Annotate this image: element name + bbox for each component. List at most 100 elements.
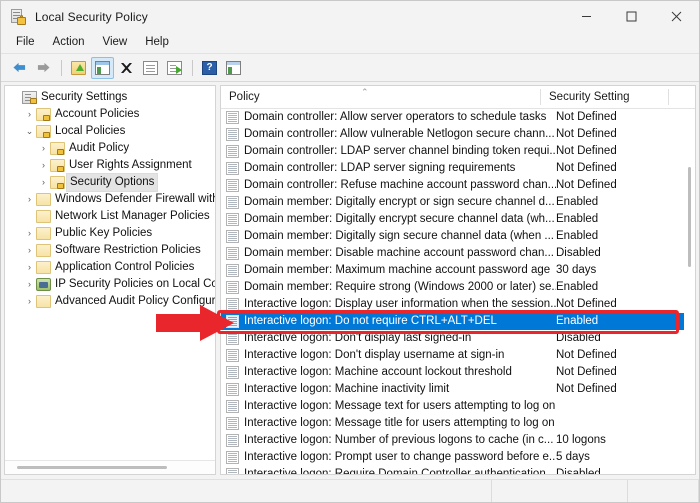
tree-node[interactable]: ›Network List Manager Policies bbox=[5, 208, 215, 225]
tree-node[interactable]: ›Audit Policy bbox=[5, 140, 215, 157]
tree-node[interactable]: ›Application Control Policies bbox=[5, 259, 215, 276]
chevron-right-icon[interactable]: › bbox=[23, 191, 36, 208]
policy-row[interactable]: Domain controller: LDAP server signing r… bbox=[221, 160, 695, 177]
menu-action[interactable]: Action bbox=[44, 34, 94, 51]
tree-node[interactable]: ›IP Security Policies on Local Computer bbox=[5, 276, 215, 293]
policy-row[interactable]: Interactive logon: Require Domain Contro… bbox=[221, 466, 695, 474]
close-button[interactable] bbox=[654, 1, 699, 32]
policy-setting-cell: Not Defined bbox=[556, 109, 686, 126]
column-header-policy[interactable]: Policy ⌃ bbox=[221, 86, 541, 108]
policy-row[interactable]: Interactive logon: Message title for use… bbox=[221, 415, 695, 432]
column-header-security-setting[interactable]: Security Setting bbox=[541, 86, 669, 108]
policy-setting-cell: 5 days bbox=[556, 449, 686, 466]
tree-node-label: Security Settings bbox=[41, 89, 127, 106]
tree-node-label: Security Options bbox=[66, 173, 158, 192]
policy-row[interactable]: Interactive logon: Number of previous lo… bbox=[221, 432, 695, 449]
tree-node[interactable]: › Security Options bbox=[5, 174, 215, 191]
column-header-policy-label: Policy bbox=[229, 91, 260, 103]
policy-row[interactable]: Interactive logon: Display user informat… bbox=[221, 296, 695, 313]
policy-document-icon bbox=[226, 111, 239, 124]
policy-name-cell: Interactive logon: Machine inactivity li… bbox=[244, 381, 556, 398]
policy-document-icon bbox=[226, 162, 239, 175]
tree-node-label: User Rights Assignment bbox=[69, 157, 192, 174]
tree-node[interactable]: ›Advanced Audit Policy Configuration bbox=[5, 293, 215, 310]
policy-row[interactable]: Interactive logon: Machine inactivity li… bbox=[221, 381, 695, 398]
maximize-button[interactable] bbox=[609, 1, 654, 32]
folder-icon bbox=[36, 210, 51, 223]
chevron-right-icon[interactable]: › bbox=[37, 140, 50, 157]
tree-node[interactable]: ›Windows Defender Firewall with Adva bbox=[5, 191, 215, 208]
list-scrollbar-thumb[interactable] bbox=[688, 167, 691, 267]
policy-row-selected[interactable]: Interactive logon: Do not require CTRL+A… bbox=[221, 313, 695, 330]
help-icon: ? bbox=[202, 61, 217, 75]
policy-row[interactable]: Domain member: Digitally encrypt secure … bbox=[221, 211, 695, 228]
up-one-level-button[interactable] bbox=[67, 57, 90, 79]
policy-row[interactable]: Domain member: Digitally encrypt or sign… bbox=[221, 194, 695, 211]
column-header-security-setting-label: Security Setting bbox=[549, 91, 630, 103]
policy-document-icon bbox=[226, 128, 239, 141]
policy-row[interactable]: Domain controller: LDAP server channel b… bbox=[221, 143, 695, 160]
up-one-level-icon bbox=[71, 61, 86, 75]
policy-row[interactable]: Domain controller: Allow server operator… bbox=[221, 109, 695, 126]
show-hide-console-tree-button[interactable] bbox=[91, 57, 114, 79]
show-hide-action-pane-button[interactable] bbox=[222, 57, 245, 79]
chevron-right-icon[interactable]: › bbox=[23, 106, 36, 123]
policy-name-cell: Domain member: Digitally encrypt or sign… bbox=[244, 194, 556, 211]
policy-name-cell: Interactive logon: Prompt user to change… bbox=[244, 449, 556, 466]
policy-row[interactable]: Interactive logon: Message text for user… bbox=[221, 398, 695, 415]
tree-node[interactable]: › Security Settings bbox=[5, 89, 215, 106]
policy-row[interactable]: Domain member: Require strong (Windows 2… bbox=[221, 279, 695, 296]
export-list-button[interactable] bbox=[163, 57, 186, 79]
policy-row[interactable]: Domain member: Digitally sign secure cha… bbox=[221, 228, 695, 245]
menu-help[interactable]: Help bbox=[136, 34, 178, 51]
chevron-right-icon[interactable]: › bbox=[23, 208, 36, 225]
folder-locked-icon bbox=[36, 108, 51, 121]
policy-document-icon bbox=[226, 417, 239, 430]
tree-horizontal-scrollbar[interactable] bbox=[5, 460, 215, 474]
properties-button[interactable] bbox=[139, 57, 162, 79]
back-button[interactable] bbox=[8, 57, 31, 79]
policy-setting-cell: Enabled bbox=[556, 313, 686, 330]
policy-row[interactable]: Domain member: Disable machine account p… bbox=[221, 245, 695, 262]
policy-row[interactable]: Interactive logon: Don't display usernam… bbox=[221, 347, 695, 364]
tree-node[interactable]: › User Rights Assignment bbox=[5, 157, 215, 174]
policy-row[interactable]: Domain member: Maximum machine account p… bbox=[221, 262, 695, 279]
chevron-right-icon[interactable]: › bbox=[23, 259, 36, 276]
policy-name-cell: Domain controller: LDAP server channel b… bbox=[244, 143, 556, 160]
menu-file[interactable]: File bbox=[7, 34, 44, 51]
policy-document-icon bbox=[226, 230, 239, 243]
chevron-right-icon[interactable]: › bbox=[37, 157, 50, 174]
chevron-right-icon[interactable]: › bbox=[9, 89, 22, 106]
list-header: Policy ⌃ Security Setting bbox=[221, 86, 695, 109]
policy-document-icon bbox=[226, 213, 239, 226]
tree-node[interactable]: ›Software Restriction Policies bbox=[5, 242, 215, 259]
forward-button[interactable] bbox=[32, 57, 55, 79]
help-button[interactable]: ? bbox=[198, 57, 221, 79]
minimize-button[interactable] bbox=[564, 1, 609, 32]
list-vertical-scrollbar[interactable] bbox=[684, 109, 695, 474]
tree-scrollbar-thumb[interactable] bbox=[17, 466, 167, 469]
policy-setting-cell: Not Defined bbox=[556, 143, 686, 160]
tree-node[interactable]: ›Public Key Policies bbox=[5, 225, 215, 242]
chevron-right-icon[interactable]: › bbox=[37, 174, 50, 191]
tree-node-label: Account Policies bbox=[55, 106, 139, 123]
delete-button[interactable] bbox=[115, 57, 138, 79]
chevron-down-icon[interactable]: ⌄ bbox=[23, 123, 36, 140]
tree-node[interactable]: › Account Policies bbox=[5, 106, 215, 123]
tree-node[interactable]: ⌄ Local Policies bbox=[5, 123, 215, 140]
toolbar: ? bbox=[1, 54, 699, 82]
policy-row[interactable]: Domain controller: Allow vulnerable Netl… bbox=[221, 126, 695, 143]
policy-setting-cell: Enabled bbox=[556, 228, 686, 245]
chevron-right-icon[interactable]: › bbox=[23, 293, 36, 310]
policy-document-icon bbox=[226, 451, 239, 464]
tree-node-label: Local Policies bbox=[55, 123, 125, 140]
policy-row[interactable]: Domain controller: Refuse machine accoun… bbox=[221, 177, 695, 194]
policy-row[interactable]: Interactive logon: Prompt user to change… bbox=[221, 449, 695, 466]
policy-row[interactable]: Interactive logon: Machine account locko… bbox=[221, 364, 695, 381]
sort-ascending-icon: ⌃ bbox=[361, 87, 369, 98]
menu-view[interactable]: View bbox=[94, 34, 137, 51]
policy-row[interactable]: Interactive logon: Don't display last si… bbox=[221, 330, 695, 347]
chevron-right-icon[interactable]: › bbox=[23, 225, 36, 242]
chevron-right-icon[interactable]: › bbox=[23, 276, 36, 293]
chevron-right-icon[interactable]: › bbox=[23, 242, 36, 259]
